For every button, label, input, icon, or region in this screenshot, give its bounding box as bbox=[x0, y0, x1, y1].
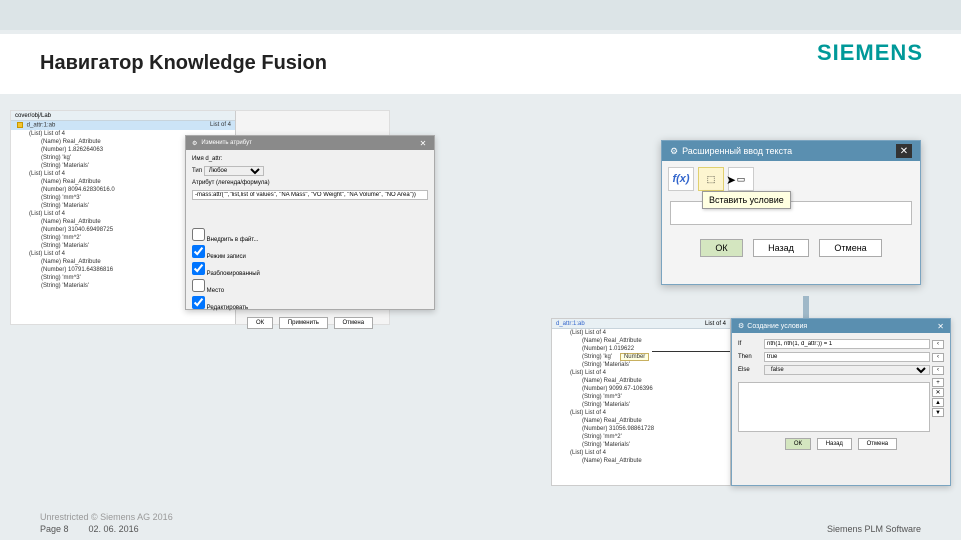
tree-root[interactable]: d_attr:1:ab List of 4 bbox=[11, 121, 235, 130]
fx-button[interactable]: f(x) bbox=[668, 167, 694, 191]
tree-header-label: cover/obj/Lab bbox=[15, 113, 51, 119]
down-button[interactable]: ▼ bbox=[932, 408, 944, 417]
bottom-right-screenshot: d_attr:1:ab List of 4 (List) List of 4(N… bbox=[551, 318, 951, 488]
pointer-line bbox=[652, 351, 731, 352]
else-label: Else bbox=[738, 367, 764, 373]
tree-item[interactable]: (String) 'mm^2' bbox=[552, 433, 730, 441]
tree-item[interactable]: (Name) Real_Attribute bbox=[552, 417, 730, 425]
tree-item[interactable]: (List) List of 4 bbox=[552, 329, 730, 337]
tree-item[interactable]: (Name) Real_Attribute bbox=[552, 377, 730, 385]
dialog1-titlebar[interactable]: ⚙ Изменить атрибут ✕ bbox=[186, 136, 434, 150]
remove-button[interactable]: ✕ bbox=[932, 388, 944, 397]
dialog3-titlebar[interactable]: ⚙ Создание условия ✕ bbox=[732, 319, 950, 333]
tree-item[interactable]: (List) List of 4 bbox=[552, 369, 730, 377]
gear-icon: ⚙ bbox=[738, 322, 744, 330]
ok-button[interactable]: ОК bbox=[247, 317, 273, 329]
condition-icon: ⬚ bbox=[707, 174, 716, 185]
up-button[interactable]: ▲ bbox=[932, 398, 944, 407]
name-label: Имя bbox=[192, 156, 204, 162]
cancel-button[interactable]: Отмена bbox=[858, 438, 898, 450]
tree-item[interactable]: (String) 'mm^3' bbox=[552, 393, 730, 401]
ok-button[interactable]: ОК bbox=[785, 438, 811, 450]
else-select[interactable]: false bbox=[764, 365, 930, 375]
if-input[interactable] bbox=[764, 339, 930, 349]
helper-button[interactable]: ‹ bbox=[932, 340, 944, 349]
insert-condition-button[interactable]: ⬚ bbox=[698, 167, 724, 191]
tree-item[interactable]: (String) 'Materials' bbox=[552, 401, 730, 409]
footer: Unrestricted © Siemens AG 2016 Page 8 02… bbox=[40, 512, 921, 534]
fx-icon: f(x) bbox=[672, 173, 689, 185]
tree-item[interactable]: (Name) Real_Attribute bbox=[552, 457, 730, 465]
cbx4[interactable] bbox=[192, 279, 205, 292]
tree-header: d_attr:1:ab List of 4 bbox=[552, 319, 730, 329]
add-button[interactable]: + bbox=[932, 378, 944, 387]
cancel-button[interactable]: Отмена bbox=[334, 317, 374, 329]
helper-button[interactable]: ‹ bbox=[932, 353, 944, 362]
date: 02. 06. 2016 bbox=[89, 524, 139, 534]
close-icon[interactable]: ✕ bbox=[418, 138, 428, 148]
tree-header: cover/obj/Lab bbox=[11, 111, 235, 121]
tree-item[interactable]: (String) 'Materials' bbox=[552, 361, 730, 369]
tree-item[interactable]: (Number) 9099.67-106396 bbox=[552, 385, 730, 393]
tree-item[interactable]: (Number) 31056.98861728 bbox=[552, 425, 730, 433]
cursor-icon: ➤ bbox=[726, 173, 736, 187]
if-label: If bbox=[738, 341, 764, 347]
dialog2-titlebar[interactable]: ⚙ Расширенный ввод текста ✕ bbox=[662, 141, 920, 161]
br-tree[interactable]: d_attr:1:ab List of 4 (List) List of 4(N… bbox=[551, 318, 731, 486]
ok-button[interactable]: ОК bbox=[700, 239, 742, 257]
gear-icon: ⚙ bbox=[192, 140, 197, 147]
page-number: Page 8 bbox=[40, 524, 69, 534]
tree-item[interactable]: (Name) Real_Attribute bbox=[552, 337, 730, 345]
page-title: Навигатор Knowledge Fusion bbox=[40, 52, 921, 75]
siemens-logo: SIEMENS bbox=[817, 40, 923, 66]
gear-icon: ⚙ bbox=[670, 146, 678, 157]
advanced-text-dialog: ⚙ Расширенный ввод текста ✕ f(x) ⬚ ▭ ➤ В… bbox=[661, 140, 921, 285]
type-label: Тип bbox=[192, 168, 202, 174]
cbx2[interactable] bbox=[192, 245, 205, 258]
source-label: Атрибут (легенда/формула) bbox=[192, 180, 270, 186]
back-button[interactable]: Назад bbox=[817, 438, 852, 450]
create-condition-dialog: ⚙ Создание условия ✕ If ‹ Then ‹ Else fa… bbox=[731, 318, 951, 486]
doc-icon: ▭ bbox=[737, 174, 746, 185]
footer-brand: Siemens PLM Software bbox=[827, 524, 921, 534]
name-value: d_attr: bbox=[205, 156, 222, 162]
helper-button[interactable]: ‹ bbox=[932, 366, 944, 375]
cbx5[interactable] bbox=[192, 296, 205, 309]
then-label: Then bbox=[738, 354, 764, 360]
dialog1-title: Изменить атрибут bbox=[201, 140, 251, 146]
cancel-button[interactable]: Отмена bbox=[819, 239, 881, 257]
then-input[interactable] bbox=[764, 352, 930, 362]
formula-input[interactable] bbox=[192, 190, 428, 200]
close-icon[interactable]: ✕ bbox=[937, 322, 944, 331]
dialog3-title: Создание условия bbox=[747, 323, 807, 330]
type-select[interactable]: Любое bbox=[204, 166, 264, 176]
hint-badge: Number bbox=[620, 353, 649, 361]
dialog2-title: Расширенный ввод текста bbox=[682, 146, 792, 156]
tree-item[interactable]: (String) 'Materials' bbox=[552, 441, 730, 449]
copyright: Unrestricted © Siemens AG 2016 bbox=[40, 512, 921, 522]
apply-button[interactable]: Применить bbox=[279, 317, 328, 329]
tree-item[interactable]: (List) List of 4 bbox=[552, 449, 730, 457]
tree-item[interactable]: (List) List of 4 bbox=[552, 409, 730, 417]
cbx1[interactable] bbox=[192, 228, 205, 241]
toolbar: f(x) ⬚ ▭ ➤ Вставить условие bbox=[662, 161, 920, 197]
tooltip: Вставить условие bbox=[702, 191, 791, 209]
edit-attribute-dialog: ⚙ Изменить атрибут ✕ Имя d_attr: Тип Люб… bbox=[185, 135, 435, 310]
condition-list[interactable] bbox=[738, 382, 930, 432]
top-strip bbox=[0, 0, 961, 30]
back-button[interactable]: Назад bbox=[753, 239, 809, 257]
close-icon[interactable]: ✕ bbox=[896, 144, 912, 158]
cube-icon bbox=[17, 122, 23, 128]
tree-item[interactable]: (String) 'kg'Number bbox=[552, 353, 730, 361]
cbx3[interactable] bbox=[192, 262, 205, 275]
